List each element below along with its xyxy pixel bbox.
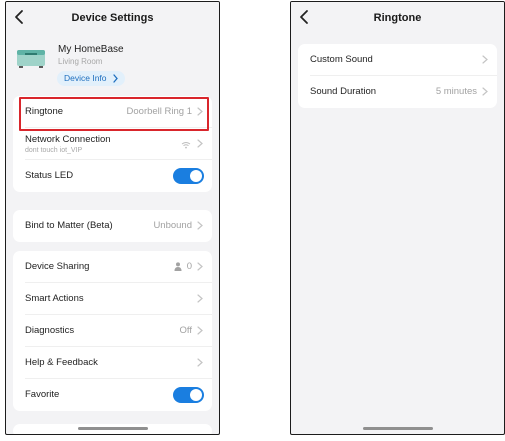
network-label: Network Connection [25, 134, 111, 145]
device-settings-screen: Device Settings My HomeBase Living Room … [5, 1, 220, 435]
ringtone-highlight-box [19, 97, 209, 131]
status-led-row: Status LED [13, 160, 212, 192]
wifi-icon [181, 142, 191, 149]
diagnostics-row[interactable]: Diagnostics Off [13, 315, 212, 347]
chevron-right-icon [197, 358, 203, 367]
bind-to-matter-row[interactable]: Bind to Matter (Beta) Unbound [13, 210, 212, 242]
status-led-toggle[interactable] [173, 168, 204, 184]
network-connection-row[interactable]: Network Connection dont touch iot_VIP [13, 128, 212, 160]
page-title: Ringtone [373, 12, 422, 24]
device-name: My HomeBase [58, 44, 124, 55]
status-led-label: Status LED [25, 170, 74, 181]
custom-sound-label: Custom Sound [310, 54, 373, 65]
homebase-device-icon [17, 50, 45, 68]
device-info-button[interactable]: Device Info [57, 71, 125, 86]
page-title: Device Settings [71, 12, 154, 24]
chevron-right-icon [197, 139, 203, 148]
person-icon [174, 262, 182, 271]
top-bar: Ringtone [291, 2, 504, 36]
ringtone-screen: Ringtone Custom Sound Sound Duration 5 m… [290, 1, 505, 435]
sound-duration-row[interactable]: Sound Duration 5 minutes [298, 76, 497, 108]
chevron-right-icon [482, 87, 488, 96]
smart-actions-label: Smart Actions [25, 293, 84, 304]
favorite-label: Favorite [25, 389, 60, 400]
top-bar: Device Settings [6, 2, 219, 36]
chevron-right-icon [197, 326, 203, 335]
diagnostics-value: Off [179, 325, 193, 336]
ringtone-options-card: Custom Sound Sound Duration 5 minutes [298, 44, 497, 108]
home-indicator [362, 427, 433, 430]
matter-label: Bind to Matter (Beta) [25, 220, 113, 231]
chevron-right-icon [482, 55, 488, 64]
home-indicator [77, 427, 148, 430]
sharing-count: 0 [186, 261, 192, 272]
smart-actions-row[interactable]: Smart Actions [13, 283, 212, 315]
chevron-right-icon [197, 294, 203, 303]
favorite-row: Favorite [13, 379, 212, 411]
network-ssid: dont touch iot_VIP [25, 147, 83, 154]
diagnostics-label: Diagnostics [25, 325, 75, 336]
device-room: Living Room [58, 57, 103, 66]
help-feedback-row[interactable]: Help & Feedback [13, 347, 212, 379]
sound-duration-value: 5 minutes [435, 86, 477, 97]
settings-card-2: Bind to Matter (Beta) Unbound [13, 210, 212, 242]
device-info-label: Device Info [64, 73, 107, 83]
settings-card-3: Device Sharing 0 Smart Actions Diagnosti… [13, 251, 212, 411]
chevron-right-icon [113, 74, 118, 83]
sharing-label: Device Sharing [25, 261, 90, 272]
toggle-knob [190, 170, 202, 182]
toggle-knob [190, 389, 202, 401]
chevron-right-icon [197, 262, 203, 271]
device-sharing-row[interactable]: Device Sharing 0 [13, 251, 212, 283]
matter-value: Unbound [153, 220, 192, 231]
favorite-toggle[interactable] [173, 387, 204, 403]
custom-sound-row[interactable]: Custom Sound [298, 44, 497, 76]
chevron-right-icon [197, 221, 203, 230]
sound-duration-label: Sound Duration [310, 86, 377, 97]
help-label: Help & Feedback [25, 357, 98, 368]
